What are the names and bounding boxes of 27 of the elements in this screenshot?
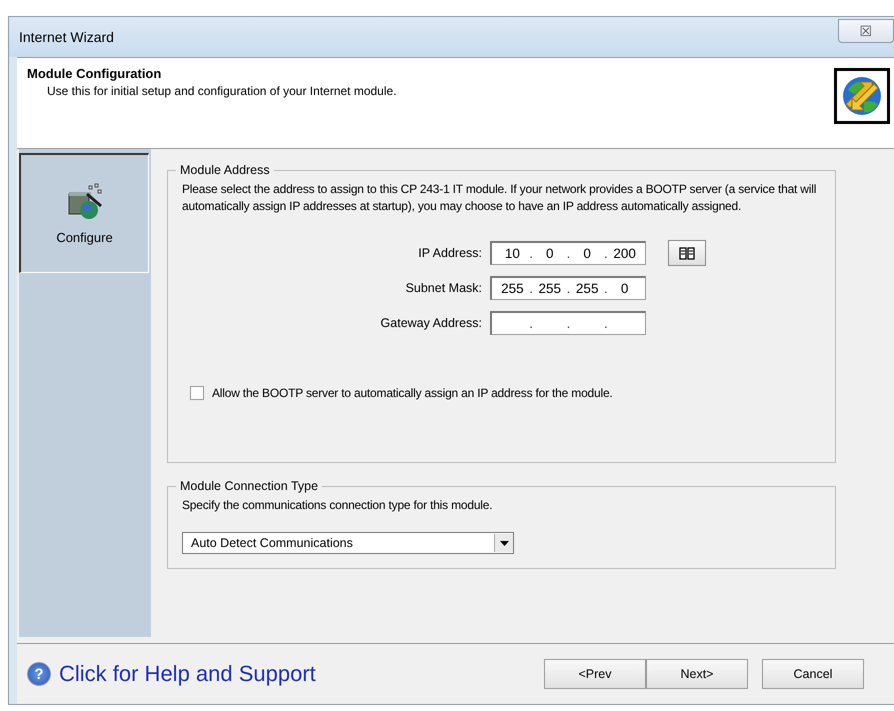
connection-type-dropdown[interactable]: Auto Detect Communications xyxy=(182,532,514,554)
help-link[interactable]: ? Click for Help and Support xyxy=(27,661,316,687)
description-text: Specify the communications connection type for this module. xyxy=(182,497,494,514)
checkbox[interactable] xyxy=(190,386,204,400)
ip-address-field[interactable]: 10 . 0 . 0 . 200 xyxy=(490,240,646,264)
checkbox-label: Allow the BOOTP server to automatically assign an IP address for the module. xyxy=(212,386,613,400)
field-label: Gateway Address: xyxy=(380,316,482,330)
sidebar-item[interactable]: Configure xyxy=(19,153,149,273)
dropdown-arrow-icon xyxy=(500,540,508,546)
globe-arrows-icon xyxy=(834,68,890,124)
page-title: Module Configuration xyxy=(27,66,162,81)
field-label: Subnet Mask: xyxy=(404,280,482,294)
ip-address-field[interactable]: 255 . 255 . 255 . 0 xyxy=(490,276,646,300)
page-subtitle: Use this for initial setup and configuration of your Internet module. xyxy=(46,84,397,98)
ip-address-field[interactable]: . . . xyxy=(490,310,646,334)
wizard-button[interactable]: Cancel xyxy=(762,659,864,689)
wizard-button[interactable]: <Prev xyxy=(544,659,646,689)
group-legend: Module Address xyxy=(176,163,274,177)
description-text: Please select the address to assign to this CP 243-1 IT module. If your network provides a BOOTP server (a service that will automatically assign IP addresses at startup), you may choose to have an IP address automatically assigned. xyxy=(182,181,818,215)
help-icon: ? xyxy=(27,662,51,686)
book-button[interactable] xyxy=(668,240,706,266)
window-title: Internet Wizard xyxy=(19,29,114,45)
close-button[interactable]: ☒ xyxy=(838,19,894,43)
wizard-button[interactable]: Next> xyxy=(646,659,748,689)
book-icon xyxy=(679,246,695,260)
group-legend: Module Connection Type xyxy=(176,479,322,493)
field-label: IP Address: xyxy=(417,246,482,260)
